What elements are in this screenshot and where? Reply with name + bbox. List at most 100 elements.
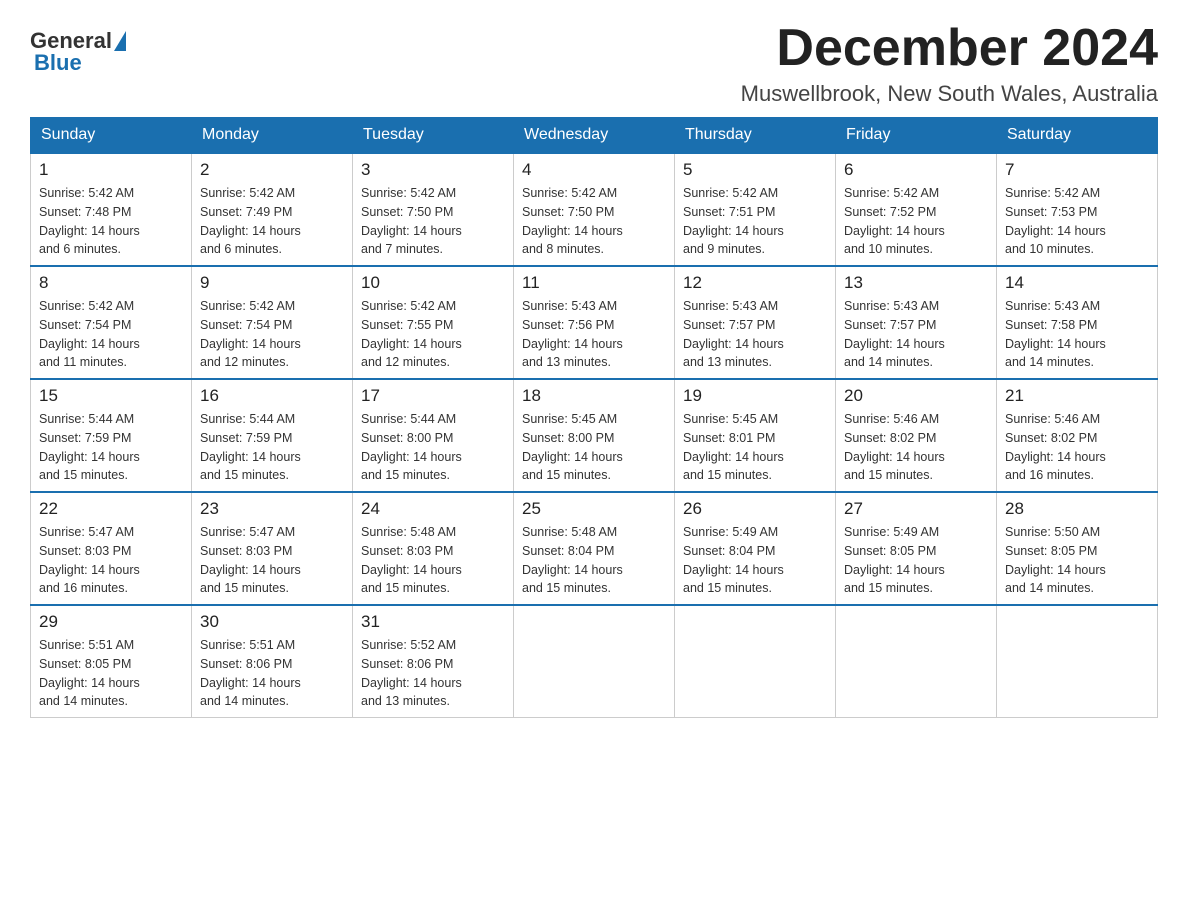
calendar-cell: 30 Sunrise: 5:51 AMSunset: 8:06 PMDaylig… [192, 605, 353, 718]
day-number: 20 [844, 386, 988, 406]
calendar-cell: 29 Sunrise: 5:51 AMSunset: 8:05 PMDaylig… [31, 605, 192, 718]
calendar-cell: 18 Sunrise: 5:45 AMSunset: 8:00 PMDaylig… [514, 379, 675, 492]
day-info: Sunrise: 5:42 AMSunset: 7:54 PMDaylight:… [39, 299, 140, 369]
day-number: 14 [1005, 273, 1149, 293]
day-number: 19 [683, 386, 827, 406]
calendar-cell: 17 Sunrise: 5:44 AMSunset: 8:00 PMDaylig… [353, 379, 514, 492]
day-number: 8 [39, 273, 183, 293]
calendar-cell: 25 Sunrise: 5:48 AMSunset: 8:04 PMDaylig… [514, 492, 675, 605]
day-number: 24 [361, 499, 505, 519]
calendar-cell: 8 Sunrise: 5:42 AMSunset: 7:54 PMDayligh… [31, 266, 192, 379]
calendar-week-1: 1 Sunrise: 5:42 AMSunset: 7:48 PMDayligh… [31, 153, 1158, 266]
day-number: 26 [683, 499, 827, 519]
day-number: 13 [844, 273, 988, 293]
day-info: Sunrise: 5:49 AMSunset: 8:05 PMDaylight:… [844, 525, 945, 595]
title-block: December 2024 Muswellbrook, New South Wa… [741, 20, 1158, 107]
day-info: Sunrise: 5:42 AMSunset: 7:48 PMDaylight:… [39, 186, 140, 256]
calendar-cell: 22 Sunrise: 5:47 AMSunset: 8:03 PMDaylig… [31, 492, 192, 605]
calendar-cell [675, 605, 836, 718]
day-number: 4 [522, 160, 666, 180]
day-number: 12 [683, 273, 827, 293]
calendar-week-5: 29 Sunrise: 5:51 AMSunset: 8:05 PMDaylig… [31, 605, 1158, 718]
calendar-cell: 15 Sunrise: 5:44 AMSunset: 7:59 PMDaylig… [31, 379, 192, 492]
day-number: 27 [844, 499, 988, 519]
calendar-cell: 27 Sunrise: 5:49 AMSunset: 8:05 PMDaylig… [836, 492, 997, 605]
day-info: Sunrise: 5:49 AMSunset: 8:04 PMDaylight:… [683, 525, 784, 595]
calendar-cell: 11 Sunrise: 5:43 AMSunset: 7:56 PMDaylig… [514, 266, 675, 379]
day-number: 22 [39, 499, 183, 519]
calendar-cell: 16 Sunrise: 5:44 AMSunset: 7:59 PMDaylig… [192, 379, 353, 492]
header-monday: Monday [192, 118, 353, 154]
calendar-table: Sunday Monday Tuesday Wednesday Thursday… [30, 117, 1158, 718]
location-title: Muswellbrook, New South Wales, Australia [741, 81, 1158, 107]
day-info: Sunrise: 5:44 AMSunset: 7:59 PMDaylight:… [200, 412, 301, 482]
day-info: Sunrise: 5:45 AMSunset: 8:00 PMDaylight:… [522, 412, 623, 482]
day-info: Sunrise: 5:42 AMSunset: 7:50 PMDaylight:… [361, 186, 462, 256]
day-number: 28 [1005, 499, 1149, 519]
calendar-cell: 20 Sunrise: 5:46 AMSunset: 8:02 PMDaylig… [836, 379, 997, 492]
day-number: 1 [39, 160, 183, 180]
calendar-cell: 26 Sunrise: 5:49 AMSunset: 8:04 PMDaylig… [675, 492, 836, 605]
day-info: Sunrise: 5:42 AMSunset: 7:52 PMDaylight:… [844, 186, 945, 256]
calendar-cell: 21 Sunrise: 5:46 AMSunset: 8:02 PMDaylig… [997, 379, 1158, 492]
calendar-week-2: 8 Sunrise: 5:42 AMSunset: 7:54 PMDayligh… [31, 266, 1158, 379]
calendar-cell: 10 Sunrise: 5:42 AMSunset: 7:55 PMDaylig… [353, 266, 514, 379]
calendar-header-row: Sunday Monday Tuesday Wednesday Thursday… [31, 118, 1158, 154]
day-number: 25 [522, 499, 666, 519]
logo-triangle-icon [114, 31, 126, 51]
day-number: 10 [361, 273, 505, 293]
day-info: Sunrise: 5:42 AMSunset: 7:53 PMDaylight:… [1005, 186, 1106, 256]
day-number: 17 [361, 386, 505, 406]
header-tuesday: Tuesday [353, 118, 514, 154]
calendar-cell: 2 Sunrise: 5:42 AMSunset: 7:49 PMDayligh… [192, 153, 353, 266]
calendar-cell: 9 Sunrise: 5:42 AMSunset: 7:54 PMDayligh… [192, 266, 353, 379]
day-info: Sunrise: 5:45 AMSunset: 8:01 PMDaylight:… [683, 412, 784, 482]
day-info: Sunrise: 5:44 AMSunset: 7:59 PMDaylight:… [39, 412, 140, 482]
day-number: 15 [39, 386, 183, 406]
day-number: 3 [361, 160, 505, 180]
day-info: Sunrise: 5:42 AMSunset: 7:51 PMDaylight:… [683, 186, 784, 256]
calendar-cell: 6 Sunrise: 5:42 AMSunset: 7:52 PMDayligh… [836, 153, 997, 266]
day-info: Sunrise: 5:46 AMSunset: 8:02 PMDaylight:… [844, 412, 945, 482]
calendar-cell [514, 605, 675, 718]
day-info: Sunrise: 5:42 AMSunset: 7:54 PMDaylight:… [200, 299, 301, 369]
header-sunday: Sunday [31, 118, 192, 154]
calendar-cell: 5 Sunrise: 5:42 AMSunset: 7:51 PMDayligh… [675, 153, 836, 266]
day-number: 6 [844, 160, 988, 180]
day-info: Sunrise: 5:43 AMSunset: 7:56 PMDaylight:… [522, 299, 623, 369]
day-info: Sunrise: 5:51 AMSunset: 8:06 PMDaylight:… [200, 638, 301, 708]
header-wednesday: Wednesday [514, 118, 675, 154]
day-info: Sunrise: 5:42 AMSunset: 7:50 PMDaylight:… [522, 186, 623, 256]
page-header: General Blue December 2024 Muswellbrook,… [30, 20, 1158, 107]
day-number: 9 [200, 273, 344, 293]
header-saturday: Saturday [997, 118, 1158, 154]
day-info: Sunrise: 5:50 AMSunset: 8:05 PMDaylight:… [1005, 525, 1106, 595]
month-title: December 2024 [741, 20, 1158, 77]
day-number: 16 [200, 386, 344, 406]
day-number: 29 [39, 612, 183, 632]
day-info: Sunrise: 5:46 AMSunset: 8:02 PMDaylight:… [1005, 412, 1106, 482]
day-info: Sunrise: 5:51 AMSunset: 8:05 PMDaylight:… [39, 638, 140, 708]
day-info: Sunrise: 5:47 AMSunset: 8:03 PMDaylight:… [200, 525, 301, 595]
day-info: Sunrise: 5:48 AMSunset: 8:04 PMDaylight:… [522, 525, 623, 595]
day-info: Sunrise: 5:43 AMSunset: 7:57 PMDaylight:… [683, 299, 784, 369]
calendar-cell: 19 Sunrise: 5:45 AMSunset: 8:01 PMDaylig… [675, 379, 836, 492]
logo-blue-text: Blue [34, 50, 82, 76]
calendar-cell: 3 Sunrise: 5:42 AMSunset: 7:50 PMDayligh… [353, 153, 514, 266]
calendar-cell: 24 Sunrise: 5:48 AMSunset: 8:03 PMDaylig… [353, 492, 514, 605]
day-number: 23 [200, 499, 344, 519]
calendar-cell: 14 Sunrise: 5:43 AMSunset: 7:58 PMDaylig… [997, 266, 1158, 379]
day-info: Sunrise: 5:44 AMSunset: 8:00 PMDaylight:… [361, 412, 462, 482]
day-number: 2 [200, 160, 344, 180]
header-friday: Friday [836, 118, 997, 154]
day-number: 21 [1005, 386, 1149, 406]
day-number: 5 [683, 160, 827, 180]
calendar-cell: 4 Sunrise: 5:42 AMSunset: 7:50 PMDayligh… [514, 153, 675, 266]
calendar-cell: 7 Sunrise: 5:42 AMSunset: 7:53 PMDayligh… [997, 153, 1158, 266]
calendar-week-3: 15 Sunrise: 5:44 AMSunset: 7:59 PMDaylig… [31, 379, 1158, 492]
header-thursday: Thursday [675, 118, 836, 154]
day-info: Sunrise: 5:42 AMSunset: 7:55 PMDaylight:… [361, 299, 462, 369]
day-info: Sunrise: 5:43 AMSunset: 7:58 PMDaylight:… [1005, 299, 1106, 369]
calendar-cell: 13 Sunrise: 5:43 AMSunset: 7:57 PMDaylig… [836, 266, 997, 379]
calendar-cell: 1 Sunrise: 5:42 AMSunset: 7:48 PMDayligh… [31, 153, 192, 266]
